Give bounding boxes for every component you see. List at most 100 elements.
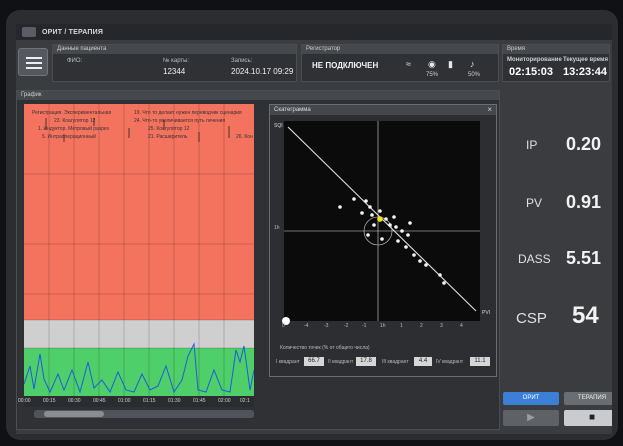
csp-value: 54 bbox=[572, 302, 599, 329]
graph-scrollbar[interactable] bbox=[34, 410, 254, 418]
quadrant-3-value: 4.4 bbox=[414, 357, 432, 366]
current-time-value: 13:23:44 bbox=[563, 66, 608, 78]
orit-button[interactable]: ОРИТ bbox=[503, 392, 559, 405]
registrar-header: Регистратор bbox=[302, 45, 498, 54]
dass-value: 5.51 bbox=[566, 248, 602, 268]
menu-button[interactable] bbox=[18, 48, 48, 76]
y-tick: 1h bbox=[274, 225, 280, 231]
x-tick: 3 bbox=[440, 323, 443, 329]
current-time-label: Текущее время bbox=[563, 57, 608, 63]
x-tick: 2 bbox=[420, 323, 423, 329]
x-tick: 00:00 bbox=[18, 398, 31, 404]
metrics-panel: IP 0.20 PV 0.91 DASS 5.51 CSP 54 bbox=[502, 90, 610, 390]
close-icon[interactable]: × bbox=[487, 105, 492, 114]
x-tick: 01:15 bbox=[143, 398, 156, 404]
ip-label: IP bbox=[526, 138, 538, 152]
battery1-value: 75% bbox=[426, 72, 439, 78]
x-tick: 1h bbox=[380, 323, 386, 329]
green-zone bbox=[24, 348, 254, 396]
x-tick: 00:45 bbox=[93, 398, 106, 404]
quadrant-4-value: 11.1 bbox=[470, 357, 490, 366]
x-tick: -2 bbox=[344, 323, 349, 329]
scattergram-window: Скатеграмма × PVI SQI 0 -4 -3 -2 -1 1h 1… bbox=[269, 104, 497, 377]
patient-panel-header: Данные пациента bbox=[53, 45, 296, 54]
record-label: Запись: bbox=[231, 58, 253, 64]
quadrant-2-value: 17.8 bbox=[356, 357, 376, 366]
menu-icon-line bbox=[26, 62, 42, 64]
quadrant-3-label: III квадрант bbox=[382, 359, 409, 365]
pv-value: 0.91 bbox=[566, 192, 602, 212]
app-logo bbox=[22, 27, 36, 37]
card-value: 12344 bbox=[163, 67, 186, 76]
title-bar: ОРИТ / ТЕРАПИЯ bbox=[16, 24, 612, 40]
registrar-panel: Регистратор НЕ ПОДКЛЮЧЕН ≈ ◉ 75% ▮ ♪ 50% bbox=[301, 44, 499, 82]
time-panel: Время Мониторирование 02:15:03 Текущее в… bbox=[502, 44, 610, 82]
annotation-5: 1. Индуктор. Метровый разрез bbox=[38, 126, 109, 132]
ip-value: 0.20 bbox=[566, 134, 602, 154]
pv-label: PV bbox=[526, 196, 543, 210]
bell-icon: ♪ bbox=[470, 59, 475, 69]
trend-graph-svg bbox=[23, 104, 255, 407]
x-tick: 01:45 bbox=[193, 398, 206, 404]
stop-icon: ■ bbox=[588, 412, 596, 423]
sensor-icon: ◉ bbox=[428, 59, 436, 69]
x-tick: 02:00 bbox=[218, 398, 231, 404]
quadrant-1-label: I квадрант bbox=[276, 359, 300, 365]
x-tick: 00:30 bbox=[68, 398, 81, 404]
plot-area bbox=[284, 121, 480, 321]
x-tick: 0 bbox=[282, 323, 285, 329]
stop-button[interactable]: ■ bbox=[564, 410, 612, 426]
patient-panel: Данные пациента ФИО: № карты: 12344 Запи… bbox=[52, 44, 297, 82]
annotation-4: 24. Что-то увеличивается путь лечения bbox=[134, 118, 226, 124]
graph-header: График bbox=[17, 91, 499, 100]
scattergram-header: Скатеграмма bbox=[270, 105, 496, 115]
x-tick: -3 bbox=[324, 323, 329, 329]
play-button[interactable]: ▶ bbox=[503, 410, 559, 426]
x-tick: 1 bbox=[400, 323, 403, 329]
monitoring-label: Мониторирование bbox=[507, 57, 562, 63]
scattergram-plot bbox=[282, 121, 480, 325]
gray-zone bbox=[24, 320, 254, 348]
wifi-icon: ≈ bbox=[406, 59, 411, 69]
annotation-3: 23. Коагулятор 12 bbox=[54, 118, 96, 124]
therapy-button[interactable]: ТЕРАПИЯ bbox=[564, 392, 612, 405]
battery-icon: ▮ bbox=[448, 59, 453, 69]
menu-icon-line bbox=[26, 67, 42, 69]
x-tick: 01:00 bbox=[118, 398, 131, 404]
x-tick: -4 bbox=[304, 323, 309, 329]
dass-label: DASS bbox=[518, 252, 551, 266]
quadrant-1-value: 66.7 bbox=[304, 357, 324, 366]
scatter-footer: Количество точек (% от общего числа) bbox=[280, 345, 370, 351]
scrollbar-thumb[interactable] bbox=[44, 411, 104, 417]
annotation-8: 21. Расширитель bbox=[148, 134, 188, 140]
patient-name-label: ФИО: bbox=[67, 58, 83, 64]
device-frame: ОРИТ / ТЕРАПИЯ Данные пациента ФИО: № ка… bbox=[6, 10, 618, 440]
annotation-1: Регистрация. Экспериментальная bbox=[32, 110, 112, 116]
menu-icon bbox=[26, 57, 42, 59]
monitoring-value: 02:15:03 bbox=[509, 66, 554, 78]
x-axis-label: PVI bbox=[482, 310, 491, 316]
annotation-7: 5. Интраоперационный bbox=[42, 134, 96, 140]
x-tick: 01:30 bbox=[168, 398, 181, 404]
x-tick: 02:1 bbox=[240, 398, 250, 404]
quadrant-4-label: IV квадрант bbox=[436, 359, 464, 365]
quadrant-2-label: II квадрант bbox=[328, 359, 354, 365]
trend-graph: Регистрация. Экспериментальная 19. Что т… bbox=[18, 104, 255, 407]
y-axis-label: SQI bbox=[274, 123, 283, 129]
registrar-status: НЕ ПОДКЛЮЧЕН bbox=[312, 61, 379, 70]
x-tick: -1 bbox=[362, 323, 367, 329]
csp-label: CSP bbox=[516, 310, 547, 327]
play-icon: ▶ bbox=[527, 412, 535, 423]
x-tick: 4 bbox=[460, 323, 463, 329]
time-header: Время bbox=[503, 45, 609, 54]
annotation-2: 19. Что то делает нужен переводчик сцена… bbox=[134, 110, 242, 116]
annotation-9: 26. Кон bbox=[236, 134, 253, 140]
record-value: 2024.10.17 09:29 bbox=[231, 67, 294, 76]
x-tick: 00:15 bbox=[43, 398, 56, 404]
annotation-6: 25. Коагулятор 12 bbox=[148, 126, 190, 132]
card-label: № карты: bbox=[163, 58, 190, 64]
current-point bbox=[377, 216, 383, 222]
app-title: ОРИТ / ТЕРАПИЯ bbox=[42, 28, 104, 36]
battery2-value: 50% bbox=[468, 72, 481, 78]
screen: ОРИТ / ТЕРАПИЯ Данные пациента ФИО: № ка… bbox=[16, 24, 612, 434]
